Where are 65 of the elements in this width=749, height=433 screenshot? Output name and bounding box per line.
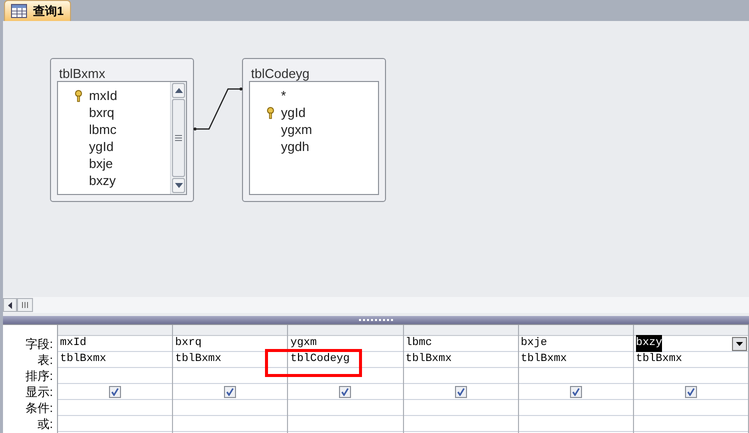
field-list[interactable]: mxId bxrq lbmc ygId bxje bxzy bbox=[57, 81, 187, 195]
checkmark-icon bbox=[572, 388, 580, 396]
show-checkbox[interactable] bbox=[339, 386, 352, 398]
field-name[interactable]: bxzy bbox=[89, 172, 116, 189]
field-cell[interactable]: bxrq bbox=[173, 336, 288, 352]
field-cell[interactable]: bxzy bbox=[634, 336, 748, 352]
checkmark-icon bbox=[111, 388, 120, 396]
key-icon bbox=[266, 106, 275, 118]
query-icon bbox=[11, 4, 27, 18]
scrollbar[interactable] bbox=[170, 82, 186, 194]
row-label: 或: bbox=[36, 417, 54, 433]
up-arrow-icon bbox=[174, 88, 182, 93]
scroll-thumb[interactable] bbox=[172, 99, 185, 177]
field-name[interactable]: ygId bbox=[281, 104, 306, 121]
scroll-down-button[interactable] bbox=[172, 178, 185, 193]
field-name[interactable]: bxje bbox=[89, 155, 113, 172]
row-label: 排序: bbox=[24, 369, 54, 385]
field-name[interactable]: mxId bbox=[89, 87, 118, 104]
table-cell[interactable]: tblBxmx bbox=[60, 351, 106, 368]
left-arrow-icon bbox=[8, 302, 12, 308]
row-label: 显示: bbox=[24, 385, 54, 401]
field-name[interactable]: * bbox=[281, 87, 286, 104]
table-cell[interactable]: tblCodeyg bbox=[290, 351, 350, 368]
column-selector[interactable] bbox=[634, 325, 748, 336]
table-window[interactable]: tblCodeyg * ygId ygxm ygdh bbox=[242, 58, 386, 202]
row-label: 表: bbox=[36, 353, 54, 369]
field-cell[interactable]: bxje bbox=[518, 336, 633, 352]
table-window[interactable]: tblBxmx mxId bxrq lbmc ygId bxje bxzy bbox=[50, 58, 194, 202]
dropdown-arrow-icon bbox=[736, 342, 744, 346]
show-checkbox[interactable] bbox=[570, 386, 582, 398]
field-cell[interactable]: lbmc bbox=[404, 336, 518, 352]
field-cell[interactable]: mxId bbox=[58, 336, 172, 352]
grip-icon bbox=[22, 302, 28, 308]
show-checkbox[interactable] bbox=[454, 386, 467, 398]
checkmark-icon bbox=[226, 388, 234, 396]
table-cell[interactable]: tblBxmx bbox=[406, 351, 452, 368]
scroll-left-button[interactable] bbox=[3, 298, 17, 312]
query-tab[interactable]: 查询1 bbox=[4, 0, 71, 21]
field-list[interactable]: * ygId ygxm ygdh bbox=[249, 81, 379, 195]
table-cell[interactable]: tblBxmx bbox=[520, 351, 567, 368]
grip-icon bbox=[175, 135, 182, 141]
row-label: 字段: bbox=[24, 337, 54, 353]
field-name[interactable]: bxrq bbox=[89, 104, 114, 121]
field-name[interactable]: ygId bbox=[89, 138, 114, 155]
table-title: tblBxmx bbox=[58, 65, 106, 81]
checkmark-icon bbox=[341, 388, 350, 396]
key-icon bbox=[74, 90, 83, 102]
table-cell[interactable]: tblBxmx bbox=[175, 351, 222, 368]
show-checkbox[interactable] bbox=[684, 386, 697, 398]
show-checkbox[interactable] bbox=[109, 386, 122, 398]
table-cell[interactable]: tblBxmx bbox=[636, 351, 682, 368]
scroll-up-button[interactable] bbox=[172, 83, 185, 98]
field-cell[interactable]: ygxm bbox=[288, 336, 403, 352]
field-name[interactable]: lbmc bbox=[89, 121, 116, 138]
scroll-thumb[interactable] bbox=[17, 298, 33, 312]
show-checkbox[interactable] bbox=[224, 386, 236, 398]
field-name[interactable]: ygxm bbox=[281, 121, 312, 138]
checkmark-icon bbox=[456, 388, 465, 396]
field-name[interactable]: ygdh bbox=[281, 138, 310, 155]
checkmark-icon bbox=[686, 388, 695, 396]
row-label: 条件: bbox=[24, 401, 54, 417]
dropdown-button[interactable] bbox=[732, 336, 748, 350]
table-title: tblCodeyg bbox=[250, 65, 311, 81]
down-arrow-icon bbox=[174, 183, 182, 188]
relationship-line bbox=[193, 87, 243, 131]
